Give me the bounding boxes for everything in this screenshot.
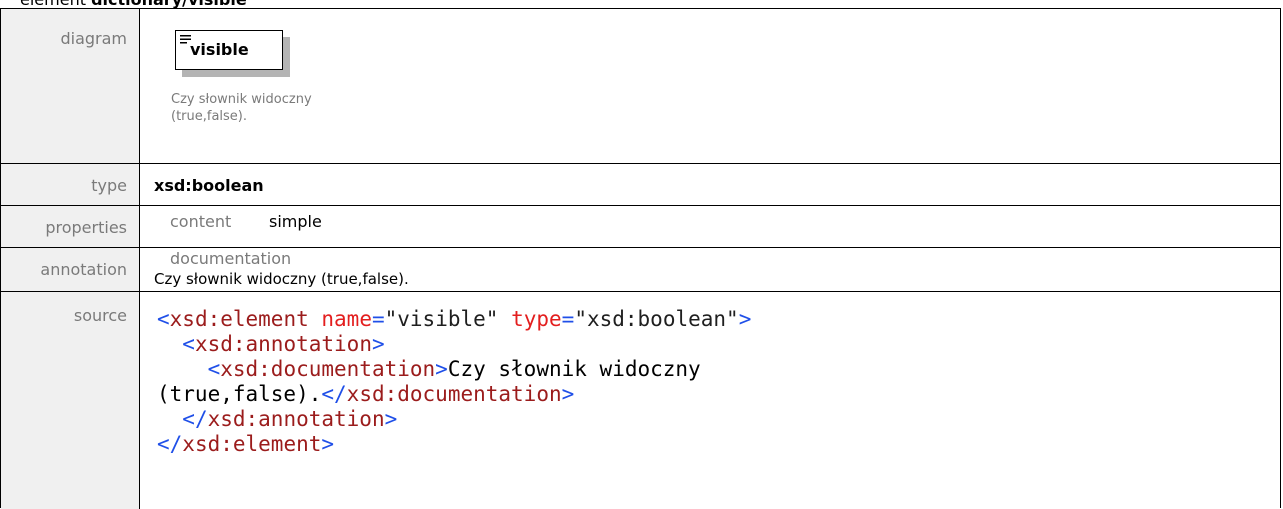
diagram-doc-line: (true,false). — [171, 109, 248, 124]
type-cell: xsd:boolean — [141, 164, 1280, 205]
annotation-label: annotation — [1, 248, 140, 291]
source-label-text: source — [73, 306, 127, 325]
properties-cell: content simple — [141, 206, 1280, 247]
diagram-label-text: diagram — [60, 29, 127, 48]
content-value: simple — [269, 212, 322, 231]
diagram-cell: visible Czy słownik widoczny (true,false… — [141, 9, 1280, 163]
diagram-row: diagram visible Czy słownik widoczny (tr… — [1, 9, 1280, 164]
type-value[interactable]: xsd:boolean — [154, 176, 264, 195]
code-line: <xsd:element name="visible" type="xsd:bo… — [157, 307, 752, 331]
element-details-table: diagram visible Czy słownik widoczny (tr… — [0, 8, 1281, 509]
source-code-block[interactable]: <xsd:element name="visible" type="xsd:bo… — [157, 307, 751, 457]
properties-row: properties content simple — [1, 206, 1280, 248]
diagram-element-name: visible — [190, 40, 249, 59]
content-key: content — [170, 212, 232, 231]
documentation-value: Czy słownik widoczny (true,false). — [154, 270, 409, 288]
code-line: </xsd:element> — [157, 432, 335, 456]
type-row: type xsd:boolean — [1, 164, 1280, 206]
documentation-key: documentation — [170, 249, 292, 268]
source-label: source — [1, 292, 140, 509]
code-line: </xsd:annotation> — [182, 407, 398, 431]
annotation-label-text: annotation — [40, 260, 127, 279]
diagram-documentation: Czy słownik widoczny (true,false). — [171, 91, 411, 125]
code-line: <xsd:documentation>Czy słownik widoczny — [207, 357, 701, 381]
code-line: <xsd:annotation> — [182, 332, 385, 356]
code-line: (true,false).</xsd:documentation> — [157, 382, 575, 406]
type-label-text: type — [91, 176, 127, 195]
diagram-label: diagram — [1, 9, 140, 163]
source-cell: <xsd:element name="visible" type="xsd:bo… — [141, 292, 1280, 509]
properties-label: properties — [1, 206, 140, 247]
annotation-row: annotation documentation Czy słownik wid… — [1, 248, 1280, 292]
type-label: type — [1, 164, 140, 205]
annotation-cell: documentation Czy słownik widoczny (true… — [141, 248, 1280, 291]
element-diagram-box[interactable]: visible — [175, 30, 283, 70]
diagram-doc-line: Czy słownik widoczny — [171, 92, 312, 107]
source-row: source <xsd:element name="visible" type=… — [1, 292, 1280, 509]
properties-label-text: properties — [45, 218, 127, 237]
